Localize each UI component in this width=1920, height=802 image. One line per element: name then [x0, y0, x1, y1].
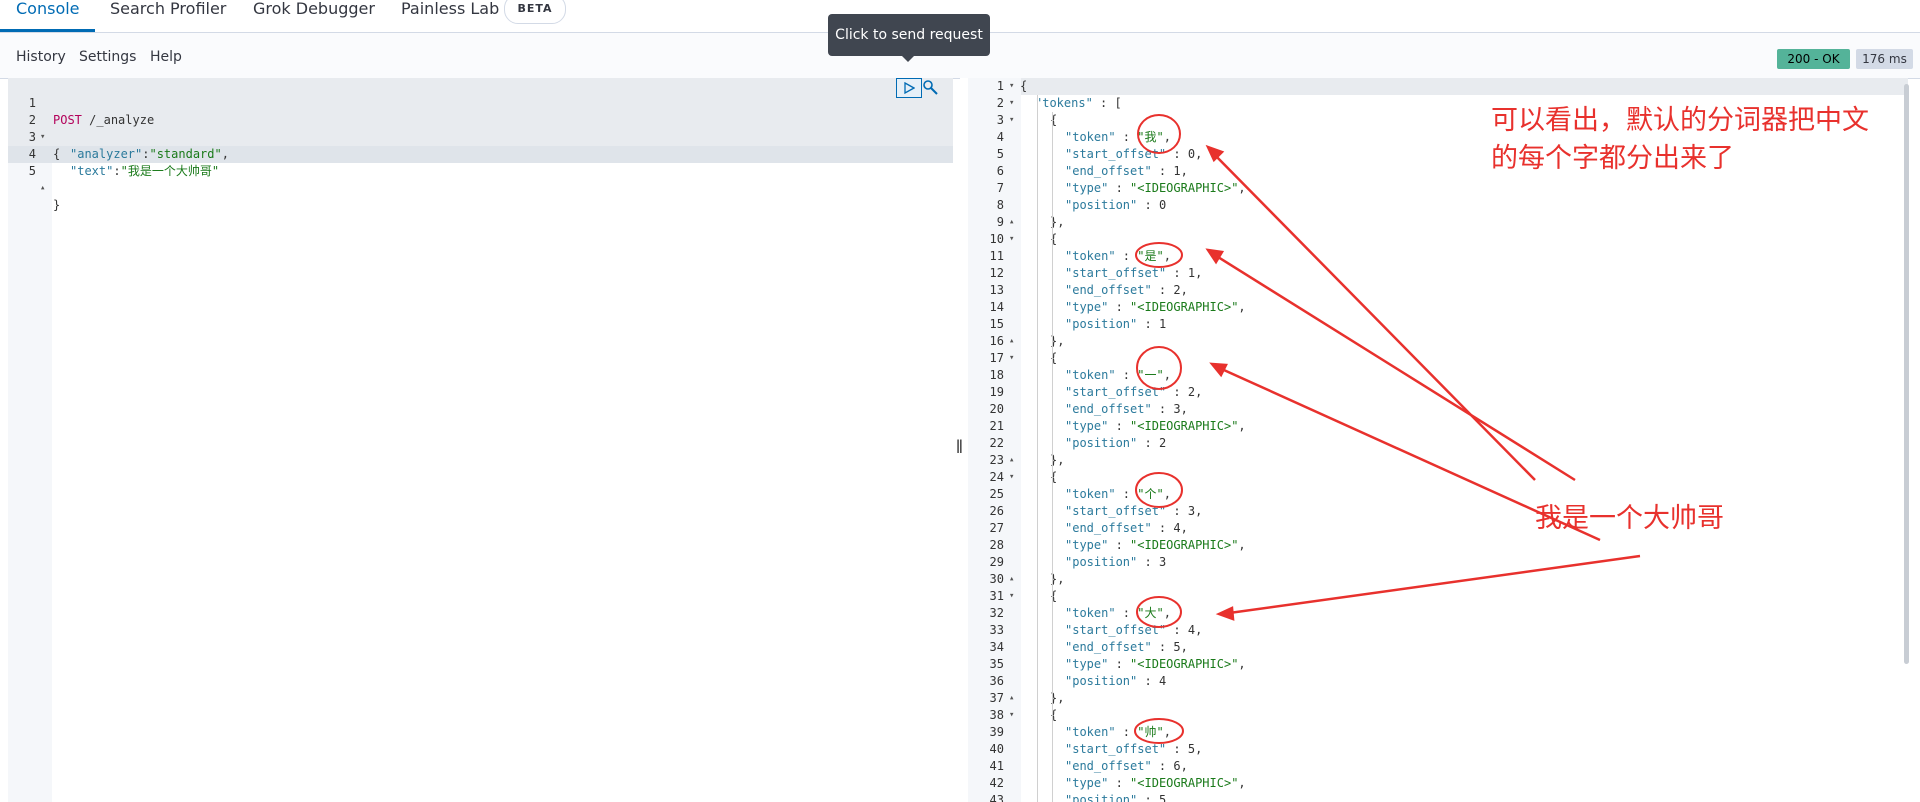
annotation-arrow [1221, 554, 1641, 616]
annotation-circle [1136, 596, 1182, 628]
annotation-arrow [1209, 149, 1536, 481]
annotation-arrowhead [1205, 248, 1225, 265]
annotation-circle [1135, 472, 1183, 508]
annotation-circle [1136, 346, 1182, 390]
annotation-circle [1137, 114, 1181, 154]
annotation-arrow [1214, 364, 1601, 542]
annotation-circle [1135, 242, 1183, 268]
annotation-overlay [1134, 114, 1641, 744]
annotation-circle [1134, 718, 1184, 744]
annotation-arrowhead [1205, 144, 1225, 163]
annotation-arrowhead [1209, 362, 1228, 378]
annotation-arrowhead [1215, 606, 1235, 621]
